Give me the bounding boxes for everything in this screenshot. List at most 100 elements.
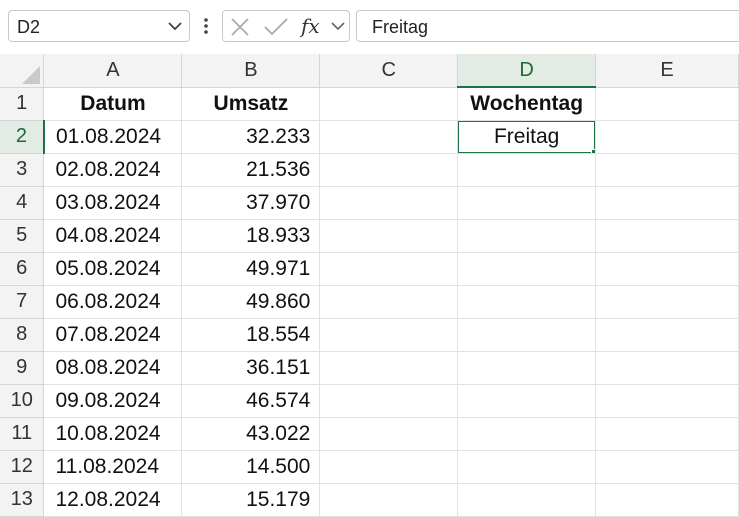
cell-e1[interactable] — [595, 87, 739, 121]
date-cell[interactable]: 04.08.2024 — [43, 219, 183, 253]
empty-cell[interactable] — [457, 351, 597, 385]
row-header[interactable]: 2 — [0, 120, 45, 154]
empty-cell[interactable] — [595, 351, 739, 385]
column-header-b[interactable]: B — [181, 54, 321, 88]
row-header[interactable]: 12 — [0, 450, 45, 484]
row-header[interactable]: 10 — [0, 384, 45, 418]
empty-cell[interactable] — [319, 450, 459, 484]
empty-cell[interactable] — [319, 186, 459, 220]
empty-cell[interactable] — [319, 417, 459, 451]
amount-cell[interactable]: 18.933 — [181, 219, 321, 253]
amount-cell[interactable]: 18.554 — [181, 318, 321, 352]
amount-cell[interactable]: 37.970 — [181, 186, 321, 220]
empty-cell[interactable] — [319, 483, 459, 517]
empty-cell[interactable] — [319, 153, 459, 187]
row-header[interactable]: 3 — [0, 153, 45, 187]
amount-cell[interactable]: 21.536 — [181, 153, 321, 187]
empty-cell[interactable] — [457, 219, 597, 253]
empty-cell[interactable] — [595, 450, 739, 484]
empty-cell[interactable] — [595, 186, 739, 220]
column-header-a[interactable]: A — [43, 54, 183, 88]
row-header[interactable]: 8 — [0, 318, 45, 352]
formula-actions: fx — [222, 10, 350, 42]
table-row: 6 05.08.2024 49.971 — [0, 252, 739, 286]
empty-cell[interactable] — [457, 450, 597, 484]
row-header[interactable]: 1 — [0, 87, 45, 121]
empty-cell[interactable] — [595, 318, 739, 352]
empty-cell[interactable] — [457, 384, 597, 418]
amount-cell[interactable]: 14.500 — [181, 450, 321, 484]
empty-cell[interactable] — [457, 285, 597, 319]
empty-cell[interactable] — [595, 219, 739, 253]
name-box[interactable]: D2 — [8, 10, 190, 42]
date-cell[interactable]: 10.08.2024 — [43, 417, 183, 451]
amount-cell[interactable]: 49.860 — [181, 285, 321, 319]
table-row: 3 02.08.2024 21.536 — [0, 153, 739, 187]
cell-d1[interactable]: Wochentag — [457, 87, 597, 121]
date-cell[interactable]: 05.08.2024 — [43, 252, 183, 286]
amount-cell[interactable]: 43.022 — [181, 417, 321, 451]
date-cell[interactable]: 06.08.2024 — [43, 285, 183, 319]
fill-handle[interactable] — [591, 148, 595, 152]
row-header[interactable]: 11 — [0, 417, 45, 451]
column-header-d[interactable]: D — [457, 54, 597, 88]
empty-cell[interactable] — [595, 120, 739, 154]
select-all-corner[interactable] — [0, 54, 45, 88]
empty-cell[interactable] — [319, 285, 459, 319]
empty-cell[interactable] — [319, 219, 459, 253]
empty-cell[interactable] — [595, 483, 739, 517]
empty-cell[interactable] — [319, 120, 459, 154]
row-header[interactable]: 9 — [0, 351, 45, 385]
cell-a1[interactable]: Datum — [43, 87, 183, 121]
empty-cell[interactable] — [457, 483, 597, 517]
cell-c1[interactable] — [319, 87, 459, 121]
empty-cell[interactable] — [457, 318, 597, 352]
row-header[interactable]: 7 — [0, 285, 45, 319]
insert-function-button[interactable]: fx — [301, 14, 320, 38]
chevron-down-icon[interactable] — [329, 16, 347, 41]
date-cell[interactable]: 09.08.2024 — [43, 384, 183, 418]
amount-cell[interactable]: 32.233 — [181, 120, 321, 154]
empty-cell[interactable] — [595, 417, 739, 451]
empty-cell[interactable] — [595, 153, 739, 187]
amount-cell[interactable]: 49.971 — [181, 252, 321, 286]
empty-cell[interactable] — [457, 417, 597, 451]
date-cell[interactable]: 12.08.2024 — [43, 483, 183, 517]
name-box-value: D2 — [17, 17, 41, 37]
active-cell-d2[interactable]: Freitag — [457, 120, 597, 154]
close-icon[interactable] — [229, 16, 251, 43]
empty-cell[interactable] — [319, 351, 459, 385]
empty-cell[interactable] — [319, 384, 459, 418]
column-header-e[interactable]: E — [595, 54, 739, 88]
row-header[interactable]: 13 — [0, 483, 45, 517]
date-cell[interactable]: 07.08.2024 — [43, 318, 183, 352]
empty-cell[interactable] — [595, 285, 739, 319]
amount-cell[interactable]: 46.574 — [181, 384, 321, 418]
date-cell[interactable]: 08.08.2024 — [43, 351, 183, 385]
date-cell[interactable]: 02.08.2024 — [43, 153, 183, 187]
amount-cell[interactable]: 36.151 — [181, 351, 321, 385]
empty-cell[interactable] — [457, 153, 597, 187]
empty-cell[interactable] — [595, 252, 739, 286]
more-vertical-icon[interactable] — [198, 10, 214, 42]
row-header[interactable]: 6 — [0, 252, 45, 286]
row-header[interactable]: 5 — [0, 219, 45, 253]
cell-b1[interactable]: Umsatz — [181, 87, 321, 121]
row-header[interactable]: 4 — [0, 186, 45, 220]
empty-cell[interactable] — [457, 252, 597, 286]
formula-bar-area: D2 fx Freitag — [0, 0, 739, 54]
column-header-c[interactable]: C — [319, 54, 459, 88]
formula-content: Freitag — [372, 17, 429, 37]
empty-cell[interactable] — [457, 186, 597, 220]
date-cell[interactable]: 03.08.2024 — [43, 186, 183, 220]
amount-cell[interactable]: 15.179 — [181, 483, 321, 517]
empty-cell[interactable] — [319, 252, 459, 286]
date-cell[interactable]: 01.08.2024 — [43, 120, 183, 154]
date-cell[interactable]: 11.08.2024 — [43, 450, 183, 484]
formula-input[interactable]: Freitag — [356, 10, 739, 42]
empty-cell[interactable] — [595, 384, 739, 418]
check-icon[interactable] — [263, 16, 289, 43]
empty-cell[interactable] — [319, 318, 459, 352]
chevron-down-icon[interactable] — [165, 16, 185, 41]
table-row: 7 06.08.2024 49.860 — [0, 285, 739, 319]
